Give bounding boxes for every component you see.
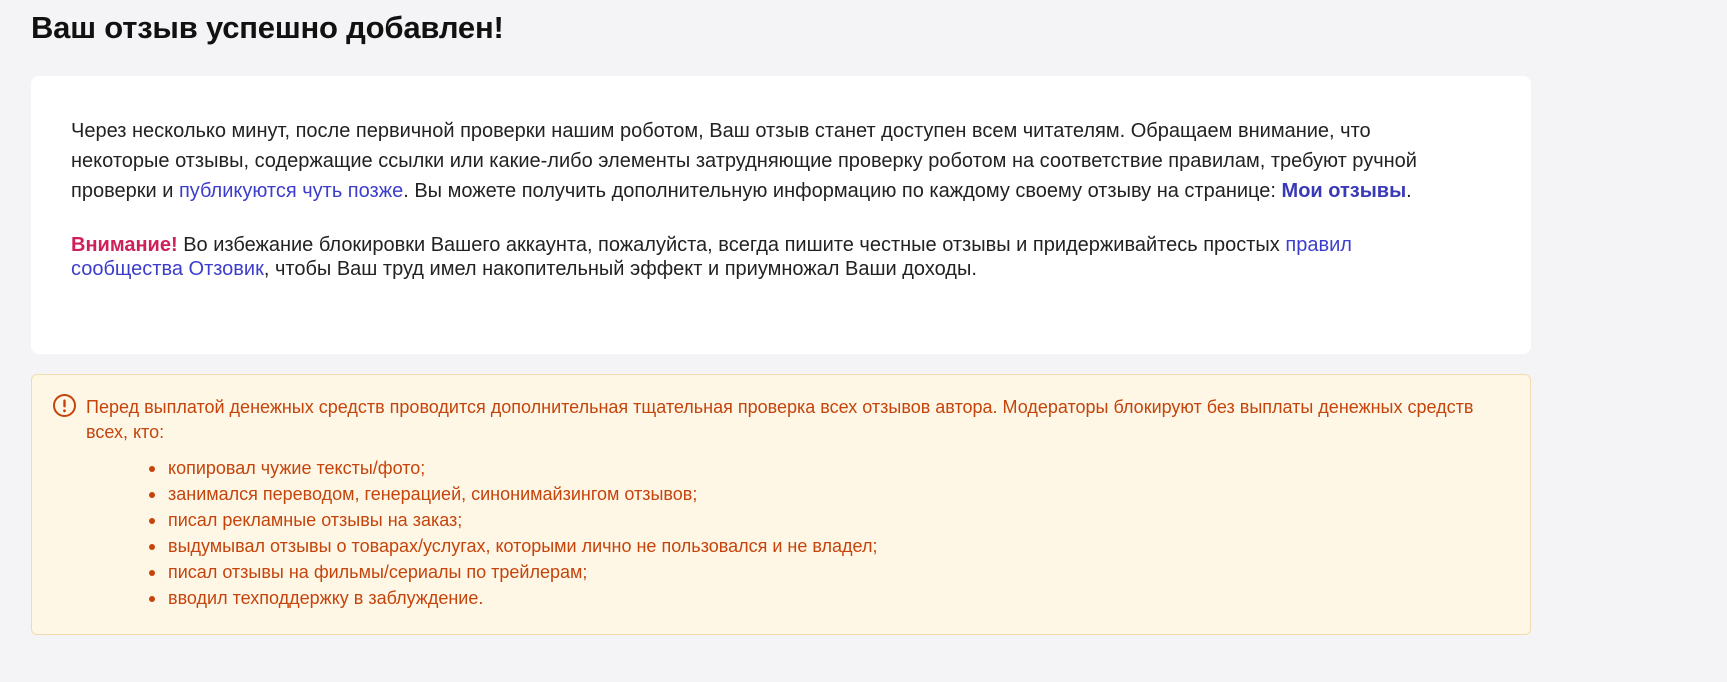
my-reviews-link[interactable]: Мои отзывы bbox=[1282, 180, 1407, 202]
info-card: Через несколько минут, после первичной п… bbox=[31, 76, 1531, 354]
info-text-part2: . Вы можете получить дополнительную инфо… bbox=[403, 180, 1282, 202]
attention-label: Внимание! bbox=[71, 234, 178, 256]
exclamation-circle-icon bbox=[52, 393, 77, 418]
warning-text-part1: Во избежание блокировки Вашего аккаунта,… bbox=[177, 234, 1286, 256]
alert-text: Перед выплатой денежных средств проводит… bbox=[86, 397, 1474, 442]
list-item: копировал чужие тексты/фото; bbox=[148, 455, 877, 481]
list-item: писал отзывы на фильмы/сериалы по трейле… bbox=[148, 559, 877, 585]
warning-text-part2: , чтобы Ваш труд имел накопительный эффе… bbox=[263, 258, 977, 280]
page-title: Ваш отзыв успешно добавлен! bbox=[31, 10, 504, 45]
payout-alert: Перед выплатой денежных средств проводит… bbox=[31, 374, 1531, 635]
violations-list: копировал чужие тексты/фото; занимался п… bbox=[136, 455, 877, 611]
list-item: писал рекламные отзывы на заказ; bbox=[148, 507, 877, 533]
published-later-link[interactable]: публикуются чуть позже bbox=[179, 180, 403, 202]
list-item: занимался переводом, генерацией, синоним… bbox=[148, 481, 877, 507]
list-item: выдумывал отзывы о товарах/услугах, кото… bbox=[148, 533, 877, 559]
list-item: вводил техподдержку в заблуждение. bbox=[148, 585, 877, 611]
warning-paragraph: Внимание! Во избежание блокировки Вашего… bbox=[71, 233, 1461, 281]
info-text-end: . bbox=[1406, 180, 1412, 202]
info-paragraph: Через несколько минут, после первичной п… bbox=[71, 116, 1461, 206]
